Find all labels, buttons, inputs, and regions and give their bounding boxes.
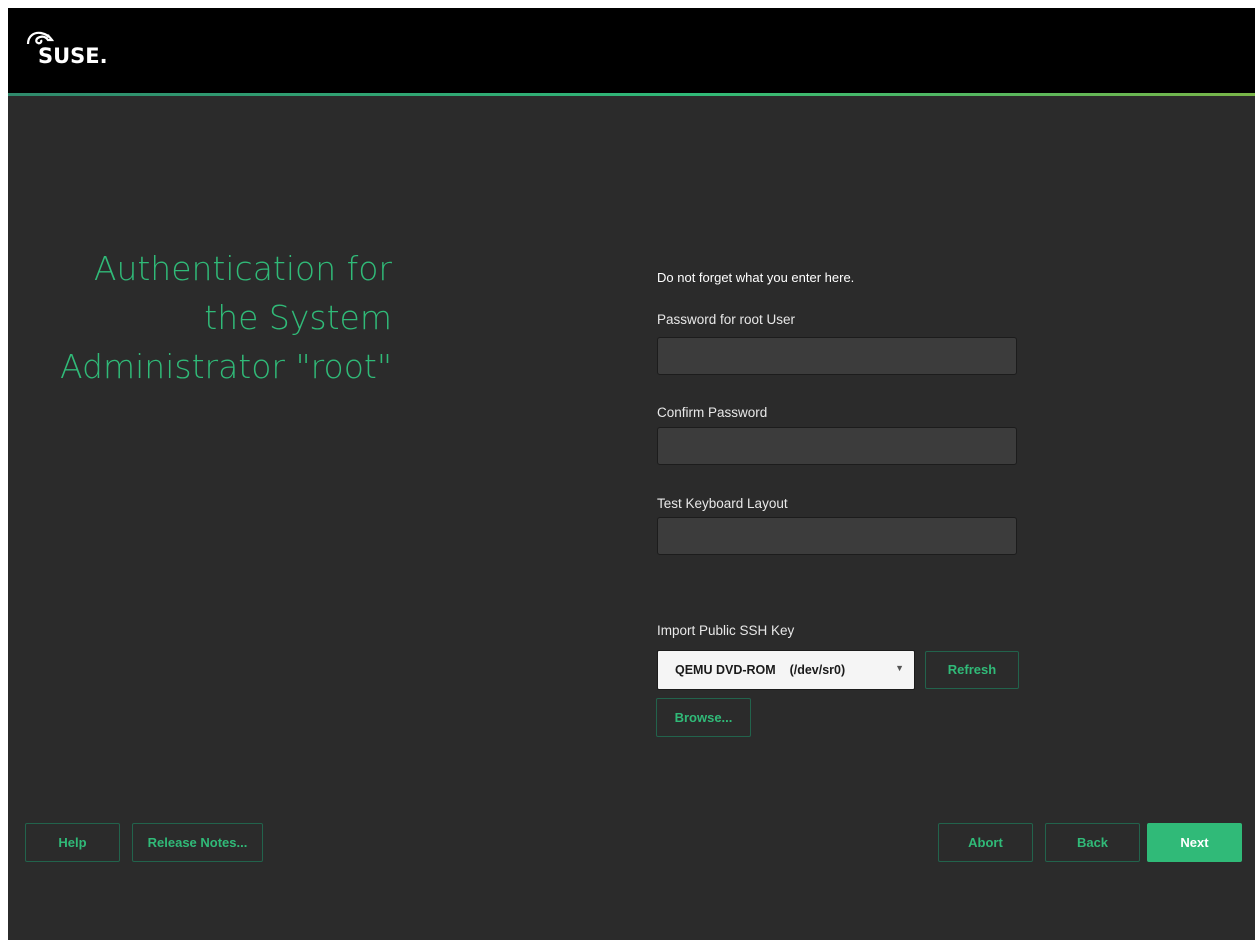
browse-button[interactable]: Browse... xyxy=(656,698,751,737)
next-button[interactable]: Next xyxy=(1147,823,1242,862)
refresh-button-label: Refresh xyxy=(947,662,997,677)
back-button-label: Back xyxy=(1076,835,1109,850)
page-title: Authentication for the System Administra… xyxy=(12,244,392,391)
refresh-button[interactable]: Refresh xyxy=(925,651,1019,689)
abort-button[interactable]: Abort xyxy=(938,823,1033,862)
test-keyboard-label: Test Keyboard Layout xyxy=(657,496,788,511)
browse-button-label: Browse... xyxy=(674,710,733,725)
suse-wordmark: SUSE. xyxy=(38,44,108,68)
page-title-line-3: Administrator "root" xyxy=(60,347,392,386)
page-title-line-1: Authentication for xyxy=(93,249,392,288)
release-notes-button[interactable]: Release Notes... xyxy=(132,823,263,862)
top-bar: SUSE. xyxy=(8,8,1255,93)
test-keyboard-field[interactable] xyxy=(657,517,1017,555)
next-button-label: Next xyxy=(1180,835,1209,850)
release-notes-button-label: Release Notes... xyxy=(147,835,248,850)
help-button-label: Help xyxy=(58,835,87,850)
ssh-device-select[interactable]: QEMU DVD-ROM (/dev/sr0) ▼ xyxy=(657,650,915,690)
installer-window: SUSE. Authentication for the System Admi… xyxy=(8,8,1255,940)
confirm-password-field[interactable] xyxy=(657,427,1017,465)
header-accent-line xyxy=(8,93,1255,96)
help-button[interactable]: Help xyxy=(25,823,120,862)
page-title-line-2: the System xyxy=(204,298,392,337)
password-label: Password for root User xyxy=(657,312,796,327)
warning-note: Do not forget what you enter here. xyxy=(657,270,855,285)
password-field[interactable] xyxy=(657,337,1017,375)
ssh-device-value: QEMU DVD-ROM (/dev/sr0) xyxy=(675,663,846,677)
chevron-down-icon: ▼ xyxy=(895,663,904,673)
back-button[interactable]: Back xyxy=(1045,823,1140,862)
confirm-password-label: Confirm Password xyxy=(657,405,768,420)
suse-logo: SUSE. xyxy=(26,30,136,74)
ssh-key-label: Import Public SSH Key xyxy=(657,623,795,638)
abort-button-label: Abort xyxy=(968,835,1003,850)
